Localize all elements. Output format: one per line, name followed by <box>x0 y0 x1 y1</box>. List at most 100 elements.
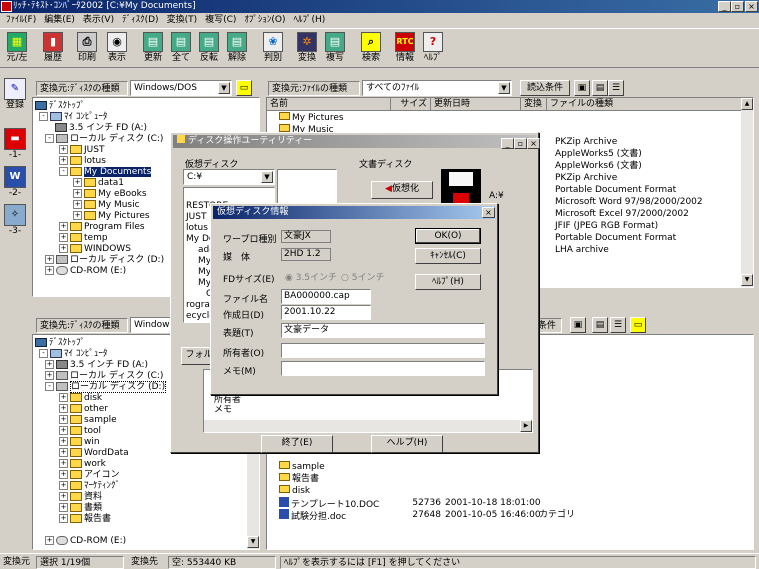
fd-35-radio[interactable]: ◉ 3.5インチ <box>285 270 337 283</box>
toolbar-print-button[interactable]: ⎙ 印刷 <box>74 32 100 68</box>
slot-1-button[interactable]: ▬ -1- <box>3 128 27 161</box>
list-item[interactable]: disk <box>279 485 310 497</box>
view-list-button[interactable]: ▤ <box>592 317 608 333</box>
menu-disk[interactable]: ﾃﾞｨｽｸ(D) <box>118 13 162 27</box>
new-folder-button[interactable]: ▭ <box>630 317 646 333</box>
expand-icon[interactable]: + <box>73 200 82 209</box>
expand-icon[interactable]: + <box>59 459 68 468</box>
folder-up-button[interactable]: ▭ <box>236 80 252 96</box>
view-icons-button[interactable]: ▣ <box>570 317 586 333</box>
toolbar-select-all-button[interactable]: ▤ 全て <box>168 32 194 68</box>
expand-icon[interactable]: + <box>59 514 68 523</box>
collapse-icon[interactable]: - <box>45 382 54 391</box>
list-item[interactable]: PKZip Archive <box>555 172 617 184</box>
toolbar-info-button[interactable]: RTC 情報 <box>392 32 418 68</box>
expand-icon[interactable]: + <box>73 178 82 187</box>
col-type[interactable]: ファイルの種類 <box>547 98 741 110</box>
virtualize-button[interactable]: ◀仮想化 <box>371 181 433 199</box>
list-item[interactable]: テンプレート10.DOC 52736 2001-10-18 18:01:00 <box>279 497 749 510</box>
list-item[interactable]: Portable Document Format <box>555 232 676 244</box>
ok-button[interactable]: OK(O) <box>415 228 481 244</box>
list-item[interactable]: Microsoft Excel 97/2000/2002 <box>555 208 689 220</box>
expand-icon[interactable]: + <box>59 222 68 231</box>
expand-icon[interactable]: + <box>59 415 68 424</box>
menu-copy[interactable]: 複写(C) <box>201 13 240 27</box>
expand-icon[interactable]: + <box>45 371 54 380</box>
source-disk-combo[interactable]: Windows/DOS ▼ <box>130 80 232 96</box>
col-convert[interactable]: 変換 <box>521 98 547 110</box>
collapse-icon[interactable]: - <box>39 349 48 358</box>
col-date[interactable]: 更新日時 <box>431 98 521 110</box>
expand-icon[interactable]: + <box>59 156 68 165</box>
scroll-down-icon[interactable]: ▼ <box>741 274 753 286</box>
collapse-icon[interactable]: - <box>59 167 68 176</box>
fd-5-radio[interactable]: ○ 5インチ <box>341 270 384 283</box>
col-size[interactable]: サイズ <box>391 98 431 110</box>
minimize-button[interactable]: _ <box>718 1 731 12</box>
cancel-button[interactable]: ｷｬﾝｾﾙ(C) <box>415 248 481 264</box>
collapse-icon[interactable]: - <box>45 134 54 143</box>
expand-icon[interactable]: + <box>59 437 68 446</box>
list-item[interactable]: LHA archive <box>555 244 609 256</box>
list-item[interactable]: AppleWorks6 (文書) <box>555 160 642 172</box>
expand-icon[interactable]: + <box>45 536 54 545</box>
filename-field[interactable]: BA000000.cap <box>281 289 371 304</box>
toolbar-view-button[interactable]: ◉ 表示 <box>104 32 130 68</box>
menu-edit[interactable]: 編集(E) <box>40 13 79 27</box>
toolbar-detect-button[interactable]: ❀ 判別 <box>260 32 286 68</box>
close-button[interactable]: × <box>745 1 758 12</box>
tree-item[interactable]: + CD-ROM (E:) <box>45 265 126 277</box>
scroll-right-icon[interactable]: ▶ <box>520 420 532 432</box>
expand-icon[interactable]: + <box>45 360 54 369</box>
expand-icon[interactable]: + <box>59 404 68 413</box>
expand-icon[interactable]: + <box>59 244 68 253</box>
list-item[interactable]: JFIF (JPEG RGB Format) <box>555 220 658 232</box>
file-type-combo[interactable]: すべてのﾌｧｲﾙ ▼ <box>362 80 512 96</box>
window-titlebar[interactable]: ﾘｯﾁ･ﾃｷｽﾄ･ｺﾝﾊﾞｰﾀ2002 [C:¥My Documents] _ … <box>0 0 759 13</box>
toolbar-convert-button[interactable]: ✲ 変換 <box>294 32 320 68</box>
col-name[interactable]: 名前 <box>267 98 391 110</box>
scroll-up-icon[interactable]: ▲ <box>741 98 753 110</box>
scroll-down-icon[interactable]: ▼ <box>247 536 259 548</box>
toolbar-source-button[interactable]: ▦ 元/左 <box>4 32 30 68</box>
owner-field[interactable] <box>281 343 485 358</box>
load-condition-button[interactable]: 読込条件 <box>520 80 570 96</box>
toolbar-help-button[interactable]: ? ﾍﾙﾌﾟ <box>420 32 446 68</box>
toolbar-copy-button[interactable]: ▤ 複写 <box>322 32 348 68</box>
drive-combo[interactable]: C:¥ ▼ <box>183 169 275 185</box>
view-icons-button[interactable]: ▣ <box>574 80 590 96</box>
menu-convert[interactable]: 変換(T) <box>163 13 202 27</box>
expand-icon[interactable]: + <box>59 145 68 154</box>
chevron-down-icon[interactable]: ▼ <box>261 171 273 183</box>
view-details-button[interactable]: ☰ <box>608 80 624 96</box>
tree-item[interactable]: + CD-ROM (E:) <box>45 535 126 547</box>
expand-icon[interactable]: + <box>59 393 68 402</box>
list-item[interactable]: Portable Document Format <box>555 184 676 196</box>
end-button[interactable]: 終了(E) <box>261 435 333 453</box>
menu-file[interactable]: ﾌｧｲﾙ(F) <box>2 13 40 27</box>
memo-field[interactable] <box>281 361 485 376</box>
util-close-button[interactable]: × <box>527 138 540 149</box>
toolbar-search-button[interactable]: ⌕ 検索 <box>358 32 384 68</box>
title-field[interactable]: 文豪データ <box>281 323 485 338</box>
util-help-button[interactable]: ヘルプ(H) <box>371 435 443 453</box>
info-close-button[interactable]: × <box>482 207 495 218</box>
toolbar-invert-button[interactable]: ▤ 反転 <box>196 32 222 68</box>
props-scrollbar[interactable]: ▶ <box>204 420 532 432</box>
list-item[interactable]: Microsoft Word 97/98/2000/2002 <box>555 196 703 208</box>
slot-3-button[interactable]: ✧ -3- <box>3 204 27 237</box>
register-button[interactable]: ✎ 登録 <box>3 78 27 111</box>
date-field[interactable]: 2001.10.22 <box>281 305 371 320</box>
expand-icon[interactable]: + <box>59 470 68 479</box>
maximize-button[interactable]: ▫ <box>731 1 744 12</box>
file-list-scrollbar[interactable]: ▲ ▼ <box>741 98 753 287</box>
expand-icon[interactable]: + <box>59 448 68 457</box>
expand-icon[interactable]: + <box>59 503 68 512</box>
chevron-down-icon[interactable]: ▼ <box>218 82 230 94</box>
list-item[interactable]: PKZip Archive <box>555 136 617 148</box>
info-help-button[interactable]: ﾍﾙﾌﾟ(H) <box>415 274 481 290</box>
expand-icon[interactable]: + <box>59 492 68 501</box>
toolbar-clear-button[interactable]: ▤ 解除 <box>224 32 250 68</box>
expand-icon[interactable]: + <box>59 481 68 490</box>
disk-utility-titlebar[interactable]: ディスク操作ユーティリティー <box>173 135 536 148</box>
